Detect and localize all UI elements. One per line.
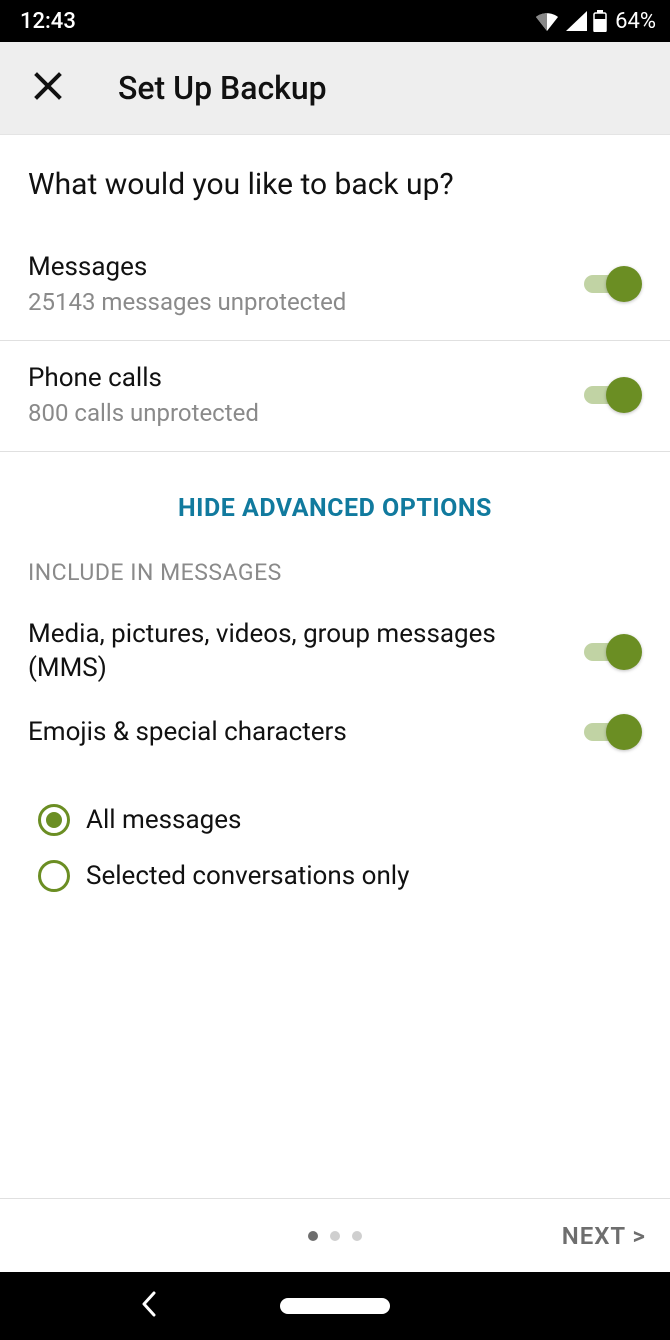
radio-icon xyxy=(38,860,70,892)
item-title: Messages xyxy=(28,252,346,282)
footer: NEXT > xyxy=(0,1198,670,1272)
wifi-icon xyxy=(535,11,559,31)
item-title: Emojis & special characters xyxy=(28,717,347,747)
backup-item-calls[interactable]: Phone calls 800 calls unprotected xyxy=(0,341,670,452)
section-include-header: INCLUDE IN MESSAGES xyxy=(0,553,670,604)
page-indicator xyxy=(308,1231,362,1241)
close-button[interactable] xyxy=(28,68,68,108)
hide-advanced-link[interactable]: HIDE ADVANCED OPTIONS xyxy=(178,494,492,523)
item-title: Media, pictures, videos, group messages … xyxy=(28,618,508,686)
back-icon[interactable] xyxy=(140,1291,158,1321)
app-bar-title: Set Up Backup xyxy=(118,69,327,107)
dot-3 xyxy=(352,1231,362,1241)
radio-all-messages[interactable]: All messages xyxy=(0,792,670,848)
content: What would you like to back up? Messages… xyxy=(0,135,670,1272)
next-button[interactable]: NEXT > xyxy=(562,1199,646,1272)
battery-percent: 64% xyxy=(615,9,656,34)
toggle-mms[interactable] xyxy=(584,634,642,670)
item-subtitle: 25143 messages unprotected xyxy=(28,288,346,316)
system-nav-bar xyxy=(0,1272,670,1340)
close-icon xyxy=(33,71,63,105)
include-item-emoji[interactable]: Emojis & special characters xyxy=(0,700,670,764)
radio-label: Selected conversations only xyxy=(86,861,409,891)
item-title: Phone calls xyxy=(28,363,259,393)
home-pill[interactable] xyxy=(280,1298,390,1314)
radio-icon xyxy=(38,804,70,836)
cellular-icon xyxy=(565,11,587,31)
status-bar: 12:43 64% xyxy=(0,0,670,42)
dot-1 xyxy=(308,1231,318,1241)
backup-item-messages[interactable]: Messages 25143 messages unprotected xyxy=(0,230,670,341)
app-bar: Set Up Backup xyxy=(0,42,670,135)
page-heading: What would you like to back up? xyxy=(0,135,670,230)
radio-group-scope: All messages Selected conversations only xyxy=(0,782,670,904)
dot-2 xyxy=(330,1231,340,1241)
toggle-messages[interactable] xyxy=(584,266,642,302)
battery-icon xyxy=(593,10,607,32)
status-indicators: 64% xyxy=(535,9,656,34)
radio-selected-conversations[interactable]: Selected conversations only xyxy=(0,848,670,904)
item-subtitle: 800 calls unprotected xyxy=(28,399,259,427)
include-item-mms[interactable]: Media, pictures, videos, group messages … xyxy=(0,604,670,700)
toggle-calls[interactable] xyxy=(584,377,642,413)
status-time: 12:43 xyxy=(20,9,76,34)
toggle-emoji[interactable] xyxy=(584,714,642,750)
radio-label: All messages xyxy=(86,805,241,835)
advanced-options-row: HIDE ADVANCED OPTIONS xyxy=(0,452,670,553)
